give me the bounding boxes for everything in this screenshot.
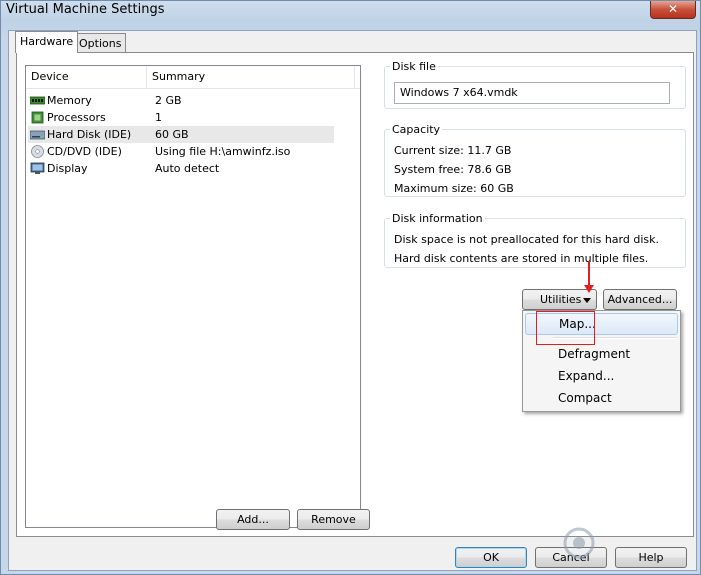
device-name: Display: [47, 162, 88, 175]
watermark-logo: [561, 519, 701, 569]
device-row-display[interactable]: Display Auto detect: [28, 160, 334, 177]
current-size-text: Current size: 11.7 GB: [394, 144, 512, 157]
close-button[interactable]: ✕: [650, 1, 696, 19]
annotation-highlight-box: [536, 311, 595, 345]
device-name: Memory: [47, 94, 92, 107]
column-header-device[interactable]: Device: [26, 66, 147, 88]
device-row-hard-disk[interactable]: Hard Disk (IDE) 60 GB: [28, 126, 334, 143]
menu-item-compact[interactable]: Compact: [525, 387, 678, 409]
disk-info-line-2: Hard disk contents are stored in multipl…: [394, 252, 649, 265]
device-row-memory[interactable]: Memory 2 GB: [28, 92, 334, 109]
processor-icon: [31, 111, 44, 124]
disk-file-legend: Disk file: [392, 60, 436, 73]
disk-information-group: Disk information Disk space is not preal…: [384, 212, 686, 268]
annotation-arrow-icon: [584, 285, 594, 293]
device-summary: Auto detect: [155, 162, 220, 175]
capacity-legend: Capacity: [392, 123, 441, 136]
menu-item-expand[interactable]: Expand...: [525, 365, 678, 387]
disk-information-legend: Disk information: [392, 212, 483, 225]
device-name: Hard Disk (IDE): [47, 128, 132, 141]
hard-disk-icon: [30, 130, 45, 140]
tab-options[interactable]: Options: [74, 33, 127, 52]
device-summary: 60 GB: [155, 128, 189, 141]
device-summary: Using file H:\amwinfz.iso: [155, 145, 291, 158]
device-row-processors[interactable]: Processors 1: [28, 109, 334, 126]
device-list[interactable]: Device Summary Memory 2 GB Processors 1 …: [25, 65, 361, 528]
settings-window: Virtual Machine Settings ✕ Hardware Opti…: [0, 0, 701, 575]
remove-button[interactable]: Remove: [297, 509, 370, 530]
cd-dvd-icon: [31, 145, 44, 158]
disk-file-field[interactable]: Windows 7 x64.vmdk: [394, 82, 670, 104]
device-name: Processors: [47, 111, 106, 124]
capacity-group: Capacity Current size: 11.7 GB System fr…: [384, 123, 686, 197]
annotation-arrow-line: [588, 261, 590, 287]
maximum-size-text: Maximum size: 60 GB: [394, 182, 514, 195]
utilities-label: Utilities: [540, 293, 582, 306]
close-icon: ✕: [667, 2, 679, 16]
ok-button[interactable]: OK: [455, 547, 527, 568]
watermark-emblem-icon: [563, 527, 595, 559]
device-summary: 2 GB: [155, 94, 182, 107]
display-icon: [30, 162, 45, 174]
tab-hardware[interactable]: Hardware: [15, 31, 79, 53]
disk-info-line-1: Disk space is not preallocated for this …: [394, 233, 659, 246]
disk-file-group: Disk file Windows 7 x64.vmdk: [384, 60, 686, 109]
memory-icon: [30, 96, 45, 105]
device-summary: 1: [155, 111, 162, 124]
device-row-cd-dvd[interactable]: CD/DVD (IDE) Using file H:\amwinfz.iso: [28, 143, 334, 160]
window-title: Virtual Machine Settings: [6, 2, 165, 17]
system-free-text: System free: 78.6 GB: [394, 163, 512, 176]
advanced-button[interactable]: Advanced...: [603, 289, 677, 310]
chevron-down-icon: [583, 298, 591, 303]
column-header-summary[interactable]: Summary: [147, 66, 355, 88]
title-bar[interactable]: Virtual Machine Settings ✕: [1, 1, 700, 21]
list-header: Device Summary: [26, 66, 360, 89]
device-name: CD/DVD (IDE): [47, 145, 122, 158]
menu-item-defragment[interactable]: Defragment: [525, 343, 678, 365]
add-button[interactable]: Add...: [216, 509, 290, 530]
